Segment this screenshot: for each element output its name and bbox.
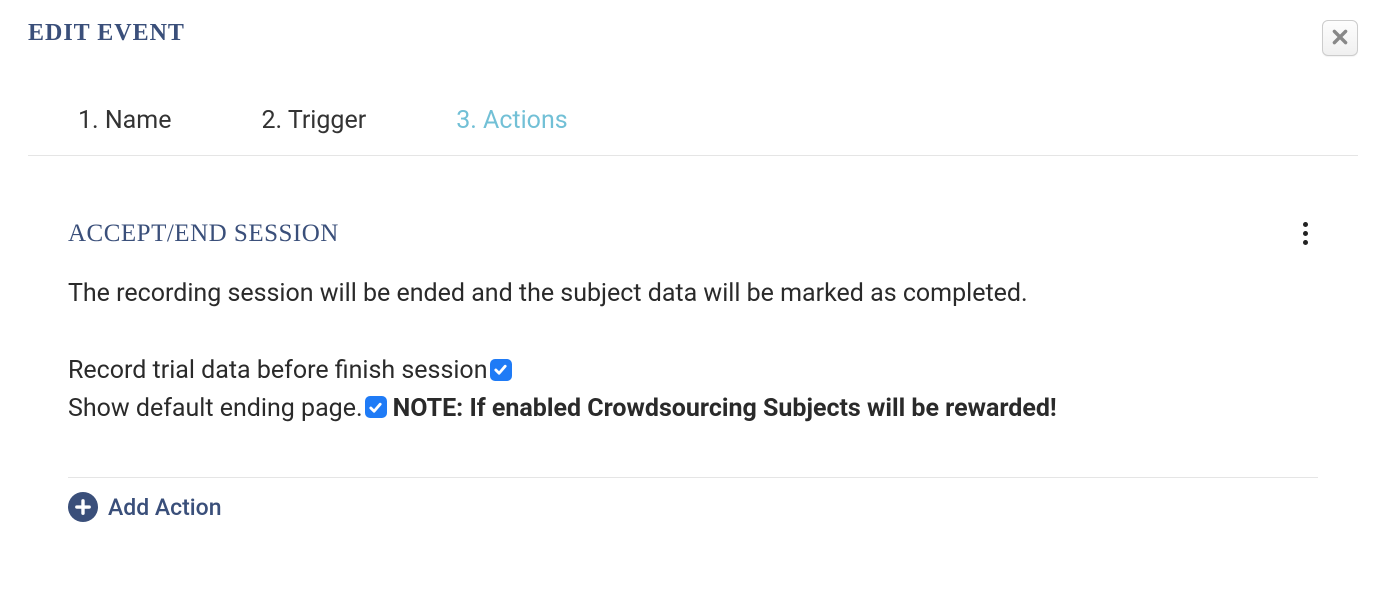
kebab-dot-icon: [1303, 222, 1308, 227]
close-button[interactable]: [1322, 20, 1358, 56]
check-icon: [368, 400, 383, 415]
show-ending-checkbox[interactable]: [365, 396, 387, 418]
add-action-button[interactable]: Add Action: [68, 492, 1318, 522]
close-icon: [1331, 26, 1349, 50]
tab-name[interactable]: 1. Name: [78, 106, 171, 135]
section-title: ACCEPT/END SESSION: [68, 220, 339, 248]
record-trial-checkbox[interactable]: [490, 359, 512, 381]
tab-trigger[interactable]: 2. Trigger: [261, 106, 366, 135]
crowdsourcing-note: NOTE: If enabled Crowdsourcing Subjects …: [393, 390, 1057, 428]
show-ending-label: Show default ending page.: [68, 390, 363, 428]
plus-circle-icon: [68, 492, 98, 522]
tab-actions[interactable]: 3. Actions: [456, 106, 567, 135]
more-options-button[interactable]: [1293, 216, 1318, 251]
add-action-label: Add Action: [108, 494, 222, 521]
divider: [68, 477, 1318, 478]
tab-list: 1. Name 2. Trigger 3. Actions: [28, 66, 1358, 156]
dialog-title: EDIT EVENT: [28, 20, 185, 47]
record-trial-label: Record trial data before finish session: [68, 352, 488, 390]
check-icon: [493, 362, 508, 377]
kebab-dot-icon: [1303, 231, 1308, 236]
kebab-dot-icon: [1303, 240, 1308, 245]
section-description: The recording session will be ended and …: [68, 279, 1318, 308]
